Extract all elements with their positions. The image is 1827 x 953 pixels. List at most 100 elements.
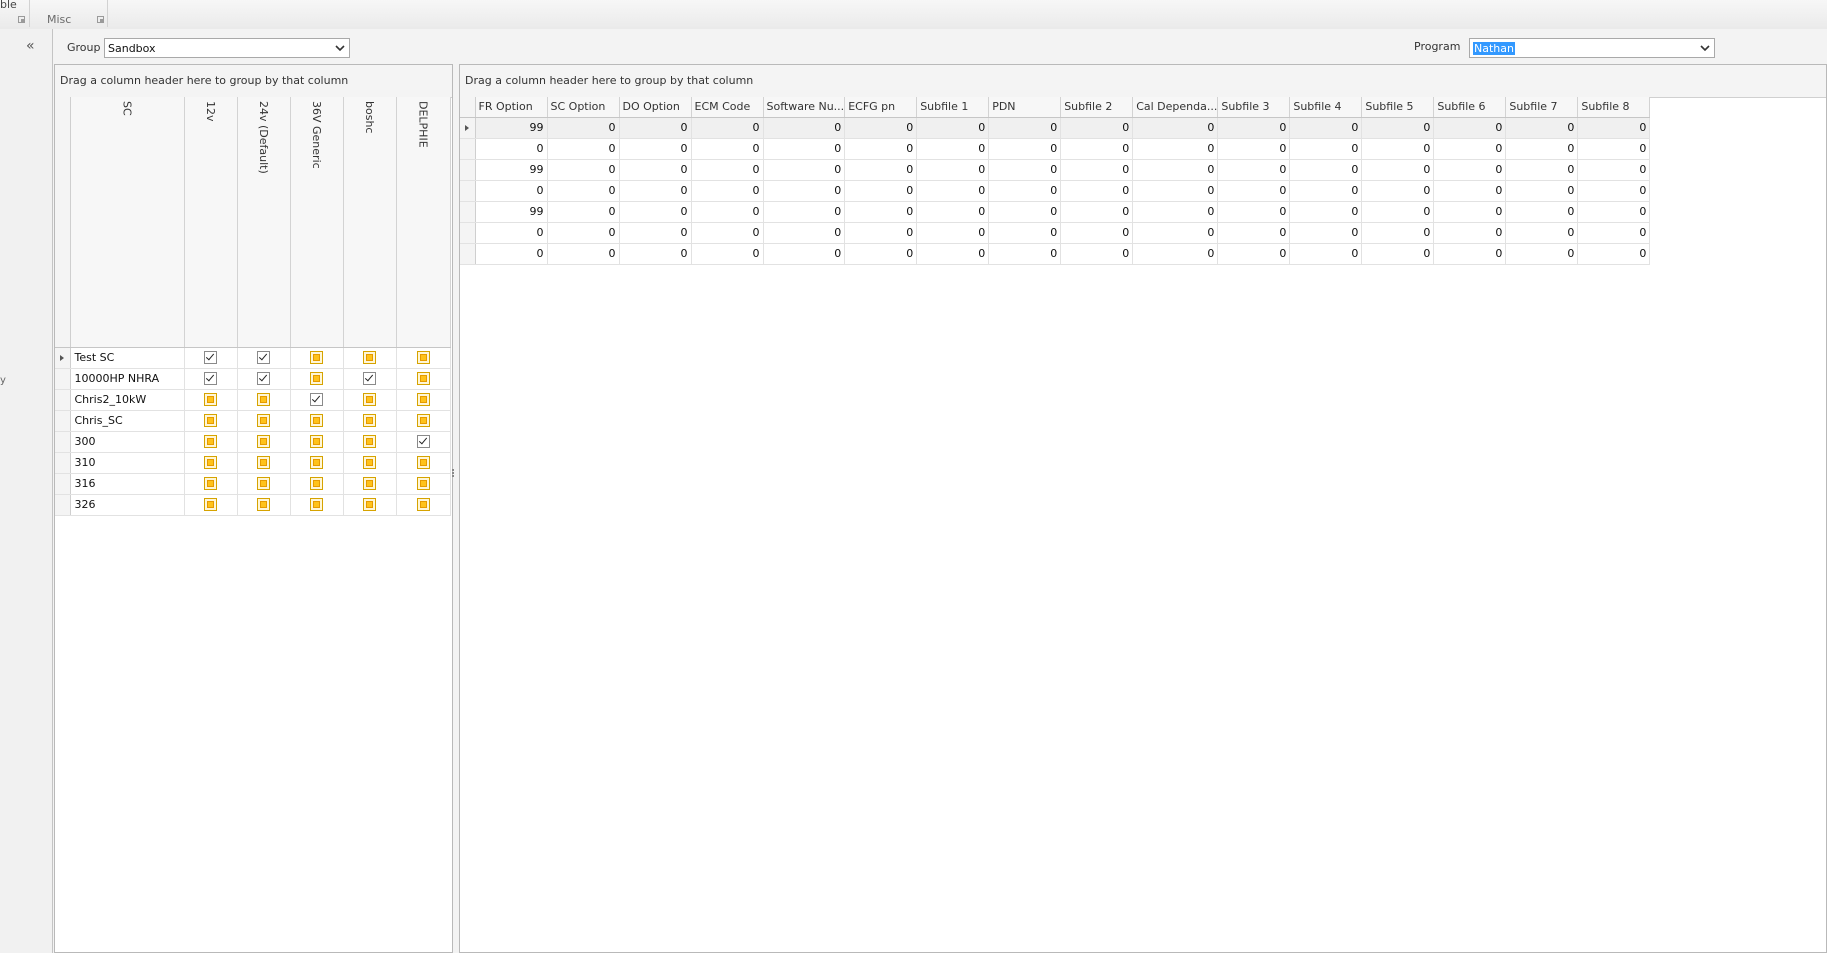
table-cell[interactable]: 0	[619, 159, 692, 181]
checkbox-cell[interactable]	[343, 389, 397, 411]
table-cell[interactable]: 0	[844, 117, 918, 139]
unchecked-checkbox[interactable]	[310, 372, 323, 386]
table-cell[interactable]: 0	[547, 222, 620, 244]
column-header-12v[interactable]: 12v	[184, 97, 238, 348]
table-cell[interactable]: 0	[1433, 180, 1507, 202]
column-header-cal-dependa[interactable]: Cal Dependa...	[1132, 97, 1219, 118]
checkbox-cell[interactable]	[237, 368, 291, 390]
table-cell[interactable]: 0	[763, 180, 846, 202]
unchecked-checkbox[interactable]	[363, 435, 376, 449]
table-cell[interactable]: 0	[988, 201, 1062, 223]
table-cell[interactable]: 0	[844, 201, 918, 223]
table-cell[interactable]: 0	[988, 180, 1062, 202]
table-cell[interactable]: 0	[1577, 180, 1651, 202]
unchecked-checkbox[interactable]	[257, 393, 270, 407]
checked-checkbox[interactable]	[416, 435, 430, 449]
table-cell[interactable]: 0	[619, 243, 692, 265]
column-header-boshc[interactable]: boshc	[343, 97, 397, 348]
table-cell[interactable]: 0	[916, 201, 990, 223]
table-cell[interactable]: 0	[1217, 159, 1291, 181]
table-cell[interactable]: 0	[1132, 243, 1219, 265]
checkbox-cell[interactable]	[237, 410, 291, 432]
unchecked-checkbox[interactable]	[310, 456, 323, 470]
table-cell[interactable]: 99	[475, 117, 548, 139]
table-cell[interactable]: 0	[1289, 201, 1363, 223]
checked-checkbox[interactable]	[257, 372, 270, 386]
row-indicator[interactable]	[55, 452, 71, 474]
group-by-panel[interactable]: Drag a column header here to group by th…	[460, 65, 1826, 98]
column-header-subfile-2[interactable]: Subfile 2	[1060, 97, 1134, 118]
checkbox-cell[interactable]	[290, 368, 344, 390]
table-cell[interactable]: 0	[763, 201, 846, 223]
column-header-delphie[interactable]: DELPHIE	[396, 97, 451, 348]
table-cell[interactable]: 0	[1217, 222, 1291, 244]
table-cell[interactable]: 0	[1217, 201, 1291, 223]
table-cell[interactable]: 0	[1217, 243, 1291, 265]
table-cell[interactable]: 0	[475, 243, 548, 265]
unchecked-checkbox[interactable]	[363, 498, 376, 512]
table-cell[interactable]: 0	[1060, 117, 1134, 139]
table-cell[interactable]: 0	[1060, 138, 1134, 160]
table-row[interactable]: 0000000000000000	[460, 180, 1651, 202]
table-cell[interactable]: 0	[1289, 117, 1363, 139]
table-cell[interactable]: 0	[619, 222, 692, 244]
table-cell[interactable]: 0	[1505, 243, 1579, 265]
unchecked-checkbox[interactable]	[416, 498, 430, 512]
checkbox-cell[interactable]	[237, 431, 291, 453]
table-cell[interactable]: 0	[1289, 222, 1363, 244]
table-cell[interactable]: 0	[619, 117, 692, 139]
table-cell[interactable]: 0	[1361, 243, 1435, 265]
chevron-down-icon[interactable]	[335, 43, 345, 53]
sc-name-cell[interactable]: 310	[70, 452, 185, 474]
table-cell[interactable]: 0	[1132, 159, 1219, 181]
table-row[interactable]: 300	[55, 431, 451, 453]
table-cell[interactable]: 0	[1289, 138, 1363, 160]
unchecked-checkbox[interactable]	[310, 414, 323, 428]
checkbox-cell[interactable]	[396, 347, 451, 369]
checkbox-cell[interactable]	[184, 347, 238, 369]
table-cell[interactable]: 0	[988, 243, 1062, 265]
table-cell[interactable]: 0	[844, 243, 918, 265]
table-cell[interactable]: 0	[1433, 222, 1507, 244]
table-row[interactable]: 10000HP NHRA	[55, 368, 451, 390]
table-cell[interactable]: 0	[844, 138, 918, 160]
table-cell[interactable]: 0	[1361, 222, 1435, 244]
checkbox-cell[interactable]	[184, 431, 238, 453]
table-row[interactable]: 0000000000000000	[460, 243, 1651, 265]
table-cell[interactable]: 0	[1361, 159, 1435, 181]
column-header-ecm-code[interactable]: ECM Code	[691, 97, 764, 118]
column-header-sc[interactable]: SC	[70, 97, 185, 348]
table-cell[interactable]: 0	[1505, 138, 1579, 160]
unchecked-checkbox[interactable]	[310, 435, 323, 449]
checkbox-cell[interactable]	[290, 494, 344, 516]
table-row[interactable]: 326	[55, 494, 451, 516]
unchecked-checkbox[interactable]	[204, 393, 217, 407]
row-indicator[interactable]	[55, 347, 71, 369]
unchecked-checkbox[interactable]	[416, 477, 430, 491]
checkbox-cell[interactable]	[184, 389, 238, 411]
sc-name-cell[interactable]: Test SC	[70, 347, 185, 369]
checkbox-cell[interactable]	[343, 410, 397, 432]
table-cell[interactable]: 0	[547, 138, 620, 160]
column-header-sc-option[interactable]: SC Option	[547, 97, 620, 118]
column-header-software-nu[interactable]: Software Nu...	[763, 97, 846, 118]
checkbox-cell[interactable]	[184, 494, 238, 516]
table-cell[interactable]: 0	[1060, 180, 1134, 202]
checkbox-cell[interactable]	[396, 494, 451, 516]
table-cell[interactable]: 0	[691, 159, 764, 181]
checkbox-cell[interactable]	[184, 473, 238, 495]
table-cell[interactable]: 0	[1217, 180, 1291, 202]
unchecked-checkbox[interactable]	[204, 414, 217, 428]
checkbox-cell[interactable]	[290, 452, 344, 474]
table-cell[interactable]: 0	[1577, 243, 1651, 265]
table-cell[interactable]: 0	[475, 138, 548, 160]
table-cell[interactable]: 0	[691, 201, 764, 223]
column-header-subfile-6[interactable]: Subfile 6	[1433, 97, 1507, 118]
unchecked-checkbox[interactable]	[416, 456, 430, 470]
unchecked-checkbox[interactable]	[310, 477, 323, 491]
table-cell[interactable]: 0	[916, 243, 990, 265]
table-cell[interactable]: 0	[691, 180, 764, 202]
checkbox-cell[interactable]	[343, 452, 397, 474]
checkbox-cell[interactable]	[290, 389, 344, 411]
column-header-36v[interactable]: 36V Generic	[290, 97, 344, 348]
